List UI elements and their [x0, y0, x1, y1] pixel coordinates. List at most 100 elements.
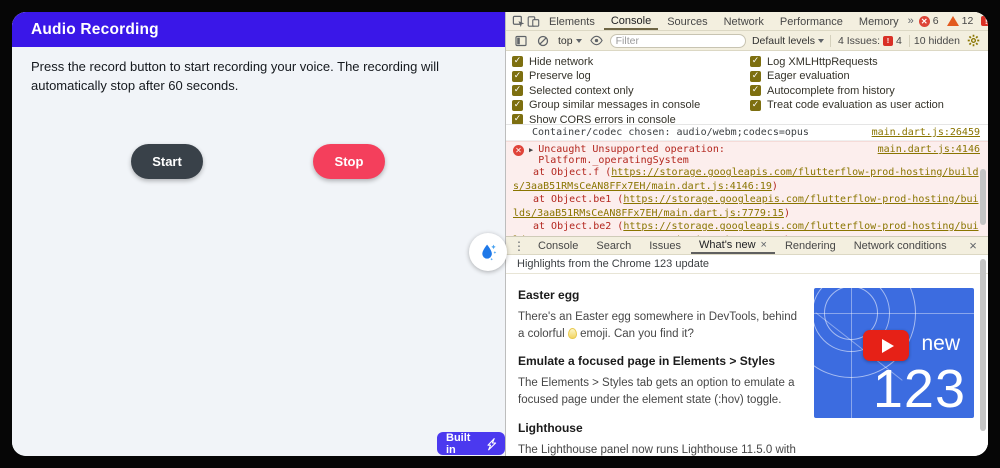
info-message-text: Container/codec chosen: audio/webm;codec…: [532, 127, 809, 138]
error-icon: ✕: [918, 15, 930, 27]
whats-new-panel: Highlights from the Chrome 123 update Ea…: [506, 255, 988, 456]
source-link[interactable]: main.dart.js:4146: [878, 144, 980, 155]
more-tabs-icon[interactable]: »: [908, 13, 914, 29]
play-icon: [881, 338, 894, 353]
checkbox-group-similar[interactable]: ✓ Group similar messages in console: [512, 99, 750, 111]
default-levels-dropdown[interactable]: Default levels: [750, 35, 826, 47]
checkbox-hide-network[interactable]: ✓ Hide network: [512, 56, 750, 68]
built-in-label: Built in: [446, 431, 471, 456]
stack-tail: ): [784, 235, 790, 237]
tab-sources[interactable]: Sources: [660, 12, 714, 30]
expand-triangle-icon[interactable]: ▶: [529, 146, 533, 154]
checkbox-checked-icon: ✓: [512, 70, 523, 82]
whats-new-header: Highlights from the Chrome 123 update: [506, 255, 988, 274]
drawer-menu-icon[interactable]: ⋮: [510, 238, 528, 254]
stop-button[interactable]: Stop: [313, 144, 385, 179]
chrome-123-video-thumbnail[interactable]: new 123: [814, 288, 974, 418]
drawer-tab-network-conditions[interactable]: Network conditions: [846, 237, 955, 254]
devtools-panel: Elements Console Sources Network Perform…: [505, 12, 988, 456]
warning-count-badge[interactable]: 12: [944, 15, 977, 27]
checkbox-log-xhr[interactable]: ✓ Log XMLHttpRequests: [750, 56, 944, 68]
stack-at: at Object.f (: [533, 167, 612, 178]
checkbox-checked-icon: ✓: [750, 56, 761, 68]
blueprint-line: [814, 313, 974, 314]
clear-console-icon[interactable]: [534, 33, 552, 49]
console-scrollbar[interactable]: [980, 169, 986, 225]
checkbox-autocomplete-history[interactable]: ✓ Autocomplete from history: [750, 85, 944, 97]
tab-memory[interactable]: Memory: [852, 12, 906, 30]
youtube-play-button[interactable]: [863, 330, 909, 361]
checkbox-label: Hide network: [529, 55, 594, 68]
drawer-tab-rendering[interactable]: Rendering: [777, 237, 844, 254]
toolbar-divider: [908, 34, 910, 47]
hidden-messages-label: 10 hidden: [913, 34, 960, 47]
whats-new-label: What's new: [699, 239, 756, 251]
drawer-tab-issues[interactable]: Issues: [641, 237, 689, 254]
whats-new-paragraph: The Elements > Styles tab gets an option…: [518, 377, 795, 407]
checkbox-checked-icon: ✓: [512, 85, 523, 97]
device-toolbar-icon[interactable]: [527, 13, 540, 29]
whats-new-heading-lighthouse[interactable]: Lighthouse: [518, 421, 802, 435]
context-label: top: [558, 34, 573, 47]
checkbox-preserve-log[interactable]: ✓ Preserve log: [512, 70, 750, 83]
stack-tail: ): [783, 207, 790, 219]
checkbox-treat-eval[interactable]: ✓ Treat code evaluation as user action: [750, 99, 944, 111]
browser-window: Audio Recording Press the record button …: [12, 12, 988, 456]
tab-elements[interactable]: Elements: [542, 12, 602, 30]
checkbox-label: Eager evaluation: [767, 70, 850, 83]
checkbox-eager-evaluation[interactable]: ✓ Eager evaluation: [750, 70, 944, 83]
checkbox-checked-icon: ✓: [750, 85, 761, 97]
flutterflow-logo-icon: [484, 437, 498, 451]
drawer-tab-search[interactable]: Search: [588, 237, 639, 254]
error-circle-icon: ✕: [513, 145, 524, 156]
built-in-flutterflow-badge[interactable]: Built in: [437, 431, 505, 456]
checkbox-label: Autocomplete from history: [767, 84, 895, 97]
source-link[interactable]: main.dart.js:26459: [872, 127, 980, 138]
stack-at: at Object.be2 (: [533, 221, 624, 232]
inspect-element-icon[interactable]: [512, 13, 525, 29]
close-tab-icon[interactable]: ×: [761, 239, 767, 251]
paragraph-text: emoji. Can you find it?: [580, 327, 694, 340]
stack-tail: ): [771, 180, 778, 192]
toolbar-divider: [829, 34, 831, 47]
context-selector[interactable]: top: [556, 35, 584, 47]
issues-icon: !: [883, 35, 894, 46]
console-filter-input[interactable]: [609, 33, 746, 48]
stack-frame: at Object.f (https://storage.googleapis.…: [513, 166, 980, 193]
drawer-close-icon[interactable]: ×: [964, 238, 982, 254]
drawer-tab-whats-new[interactable]: What's new ×: [691, 237, 775, 254]
checkbox-label: Preserve log: [529, 70, 591, 83]
tab-network[interactable]: Network: [717, 12, 771, 30]
start-button[interactable]: Start: [131, 144, 203, 179]
issues-toolbar-badge[interactable]: 4 Issues: ! 4: [835, 35, 905, 47]
console-settings-gear-icon[interactable]: [964, 33, 982, 49]
blueprint-line: [851, 288, 852, 418]
error-count-badge[interactable]: ✕ 6: [916, 15, 942, 27]
egg-emoji: [567, 327, 577, 339]
chevron-down-icon: [575, 38, 582, 43]
stack-at: at Object.be1 (: [533, 194, 624, 205]
error-message-text: Uncaught Unsupported operation: Platform…: [538, 144, 725, 166]
drawer-tabbar: ⋮ Console Search Issues What's new × Ren…: [506, 236, 988, 255]
issues-toolbar-count: 4: [896, 34, 902, 47]
tab-performance[interactable]: Performance: [773, 12, 850, 30]
thumbnail-version-label: 123: [872, 359, 966, 418]
whats-new-scrollbar[interactable]: [980, 259, 986, 431]
checkbox-label: Selected context only: [529, 84, 634, 97]
warning-count: 12: [961, 15, 974, 27]
water-drop-icon: [482, 244, 497, 261]
checkbox-checked-icon: ✓: [512, 56, 523, 68]
checkbox-selected-context[interactable]: ✓ Selected context only: [512, 85, 750, 97]
console-messages: Container/codec chosen: audio/webm;codec…: [506, 124, 988, 236]
drawer-tab-console[interactable]: Console: [530, 237, 586, 254]
issues-count-badge[interactable]: ! 4: [978, 15, 988, 27]
whats-new-heading-easter-egg[interactable]: Easter egg: [518, 288, 802, 302]
page-title: Audio Recording: [31, 20, 159, 38]
tab-console[interactable]: Console: [603, 12, 659, 30]
console-sidebar-icon[interactable]: [512, 33, 530, 49]
live-expression-eye-icon[interactable]: [588, 33, 606, 49]
whats-new-heading-emulate-focused[interactable]: Emulate a focused page in Elements > Sty…: [518, 354, 802, 368]
warning-icon: [946, 16, 959, 26]
levels-label: Default levels: [751, 34, 815, 47]
water-drop-extension-button[interactable]: [469, 233, 507, 271]
